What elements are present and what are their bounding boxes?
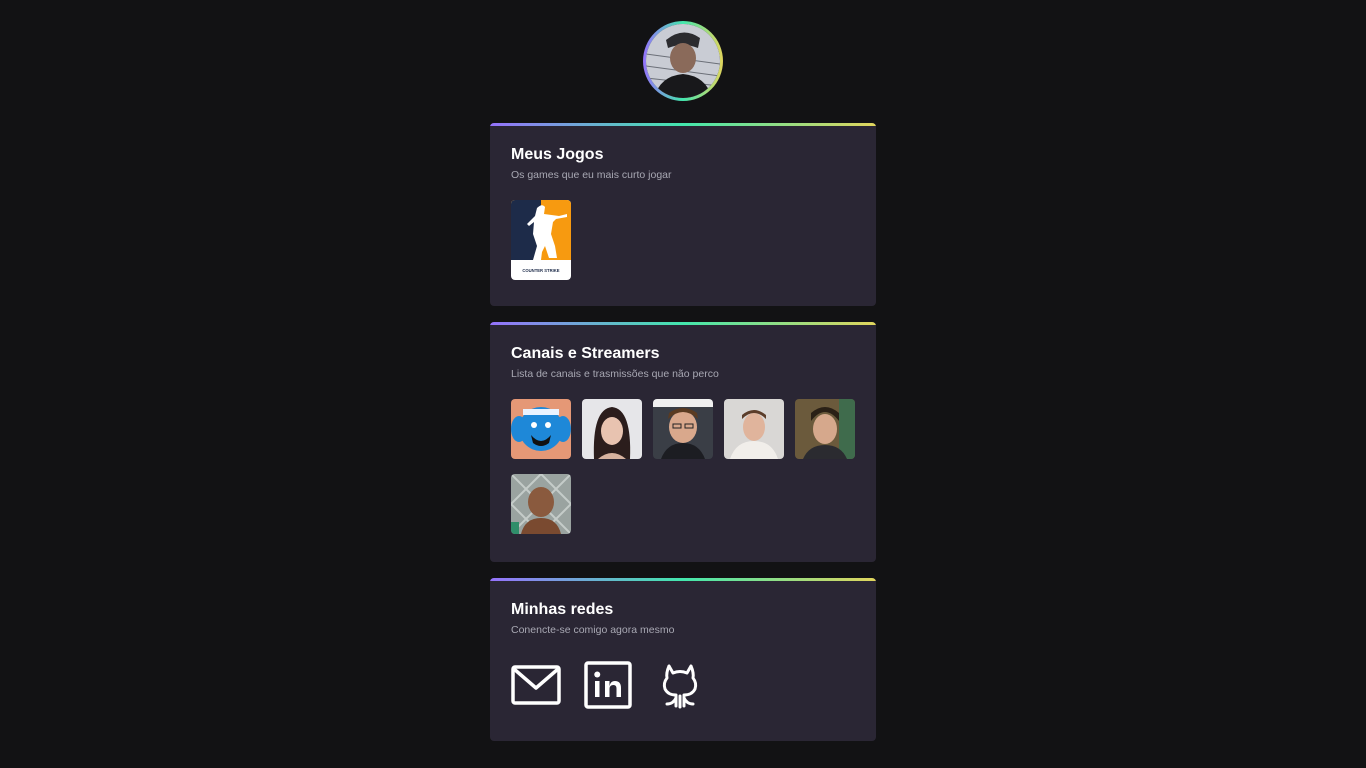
counter-strike-logo-text: COUNTER STRIKE bbox=[522, 268, 559, 273]
social-card: Minhas redes Conencte-se comigo agora me… bbox=[490, 578, 876, 741]
streamer-avatar-2[interactable] bbox=[582, 399, 642, 459]
streamer-avatar-5[interactable] bbox=[795, 399, 855, 459]
streamers-list bbox=[511, 399, 855, 534]
mail-link[interactable] bbox=[511, 660, 561, 710]
streamers-card: Canais e Streamers Lista de canais e tra… bbox=[490, 322, 876, 562]
streamer-avatar-6[interactable] bbox=[511, 474, 571, 534]
streamers-card-title: Canais e Streamers bbox=[511, 345, 660, 362]
games-list: COUNTER STRIKE bbox=[511, 200, 855, 280]
streamer-avatar-4[interactable] bbox=[724, 399, 784, 459]
games-card: Meus Jogos Os games que eu mais curto jo… bbox=[490, 123, 876, 306]
github-icon bbox=[662, 664, 698, 709]
linkedin-icon bbox=[584, 661, 632, 709]
profile-avatar bbox=[643, 21, 723, 101]
games-card-subtitle: Os games que eu mais curto jogar bbox=[511, 169, 672, 181]
social-card-title: Minhas redes bbox=[511, 601, 614, 618]
streamer-avatar-3[interactable] bbox=[653, 399, 713, 459]
games-card-title: Meus Jogos bbox=[511, 146, 604, 163]
social-links bbox=[511, 660, 855, 710]
mail-icon bbox=[511, 665, 561, 705]
github-link[interactable] bbox=[655, 660, 705, 710]
profile-photo bbox=[646, 24, 720, 98]
counter-strike-logo: COUNTER STRIKE bbox=[511, 200, 571, 280]
social-card-subtitle: Conencte-se comigo agora mesmo bbox=[511, 624, 675, 636]
streamers-card-subtitle: Lista de canais e trasmissões que não pe… bbox=[511, 368, 719, 380]
game-counter-strike[interactable]: COUNTER STRIKE bbox=[511, 200, 571, 280]
linkedin-link[interactable] bbox=[583, 660, 633, 710]
streamer-avatar-1[interactable] bbox=[511, 399, 571, 459]
